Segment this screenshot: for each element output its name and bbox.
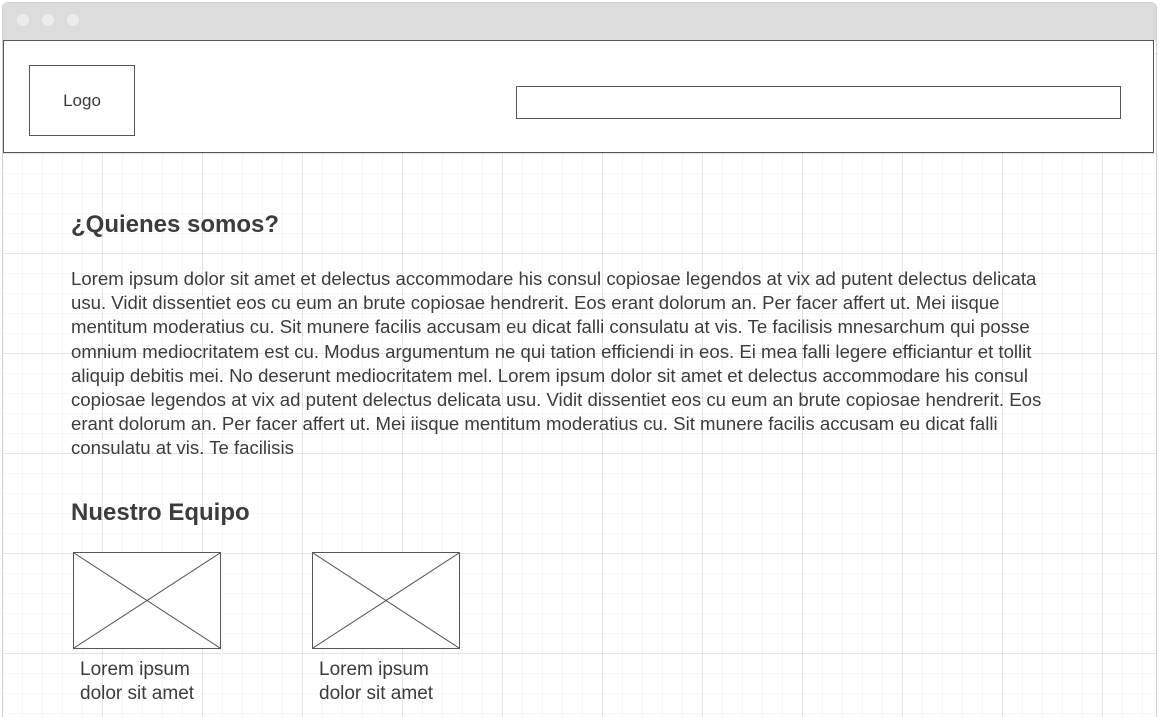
about-title: ¿Quienes somos? — [71, 211, 280, 238]
logo[interactable]: Logo — [29, 65, 135, 136]
search-input[interactable] — [516, 86, 1121, 119]
window-close-dot-icon[interactable] — [17, 14, 29, 26]
window-minimize-dot-icon[interactable] — [42, 14, 54, 26]
team-member-card: Lorem ipsum dolor sit amet — [73, 552, 221, 706]
image-placeholder-icon — [312, 552, 460, 649]
team-member-caption: Lorem ipsum dolor sit amet — [80, 659, 195, 704]
browser-window: Logo ¿Quienes somos? Lorem ipsum dolor s… — [2, 2, 1157, 717]
image-placeholder-icon — [73, 552, 221, 649]
team-title: Nuestro Equipo — [71, 499, 250, 526]
page-canvas: Logo ¿Quienes somos? Lorem ipsum dolor s… — [3, 40, 1156, 717]
window-maximize-dot-icon[interactable] — [67, 14, 79, 26]
site-header: Logo — [3, 40, 1154, 153]
window-titlebar — [3, 3, 1156, 40]
logo-label: Logo — [63, 90, 101, 110]
team-member-card: Lorem ipsum dolor sit amet — [312, 552, 460, 706]
team-member-caption: Lorem ipsum dolor sit amet — [319, 659, 434, 704]
about-paragraph: Lorem ipsum dolor sit amet et delectus a… — [71, 268, 1042, 459]
